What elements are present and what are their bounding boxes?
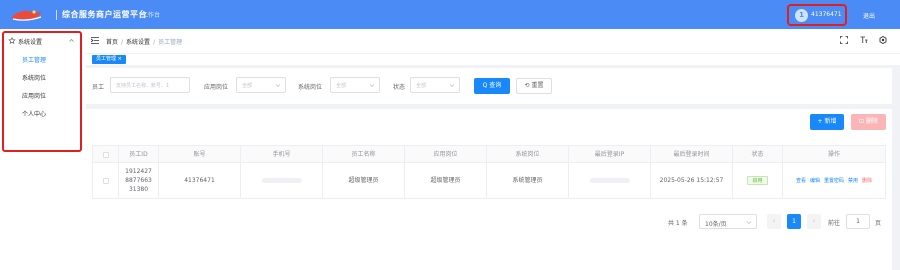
view-link[interactable]: 查看 xyxy=(796,178,806,184)
chevron-down-icon xyxy=(275,84,281,88)
account-cell: 41376471 xyxy=(159,163,241,199)
employee-id-line: 1912427 xyxy=(125,168,152,175)
total-count: 共 1 条 xyxy=(668,220,688,227)
last-login-time-cell: 2025-05-26 15:12:57 xyxy=(651,163,733,199)
employee-filter-label: 员工 xyxy=(92,84,105,91)
sidebar-item-system-roles[interactable]: 系统岗位 xyxy=(22,73,46,82)
chevron-down-icon xyxy=(369,84,375,88)
employee-search-input[interactable]: 支持员工名称、账号、1 xyxy=(110,77,190,93)
breadcrumb-section: 系统设置 xyxy=(126,39,151,46)
next-page-button[interactable]: › xyxy=(807,214,821,229)
delete-link[interactable]: 删除 xyxy=(862,178,872,184)
col-header: 状态 xyxy=(733,146,783,162)
breadcrumb-home[interactable]: 首页 xyxy=(106,39,118,46)
col-header: 系统岗位 xyxy=(487,146,569,162)
status-filter-label: 状态 xyxy=(393,84,406,91)
col-header: 最后登录IP xyxy=(569,146,651,162)
chevron-down-icon xyxy=(449,84,455,88)
fullscreen-icon[interactable] xyxy=(840,36,848,44)
app-role-filter-label: 应用岗位 xyxy=(204,84,229,91)
breadcrumb-bar: 首页 / 系统设置 / 员工管理 xyxy=(86,29,900,53)
system-role-filter-label: 系统岗位 xyxy=(298,84,323,91)
sidebar-item-app-roles[interactable]: 应用岗位 xyxy=(22,91,46,100)
avatar: 1 xyxy=(795,9,808,22)
page-size-value: 10条/页 xyxy=(705,221,727,228)
app-title: 综合服务商户运营平台 xyxy=(62,10,147,19)
app-role-select[interactable]: 全部 xyxy=(236,77,286,93)
col-header: 应用岗位 xyxy=(405,146,487,162)
employee-id-line: 31380 xyxy=(128,186,149,193)
tab-employee-management[interactable]: 员工管理 × xyxy=(92,55,126,64)
chevron-down-icon xyxy=(746,221,752,225)
reset-password-link[interactable]: 重置密码 xyxy=(824,178,844,184)
font-size-icon[interactable] xyxy=(860,36,868,44)
delete-button: ⊡ 删除 xyxy=(851,114,886,130)
redacted-ip xyxy=(589,178,630,183)
app-role-cell: 超级管理员 xyxy=(405,163,487,199)
layout-settings-icon[interactable] xyxy=(879,36,887,44)
user-id: 41376471 xyxy=(811,11,842,18)
phone-cell xyxy=(241,163,323,199)
header-divider xyxy=(56,10,57,20)
page-size-select[interactable]: 10条/页 xyxy=(699,214,757,229)
status-badge: 启用 xyxy=(747,176,768,185)
breadcrumb: 首页 / 系统设置 / 员工管理 xyxy=(106,39,183,46)
page-1-button[interactable]: 1 xyxy=(787,214,801,229)
table-row: 1912427 8877663 31380 41376471 超级管理员 超级管… xyxy=(93,163,885,199)
name-cell: 超级管理员 xyxy=(323,163,405,199)
col-header: 操作 xyxy=(827,151,840,158)
workbench-link[interactable]: 工作台 xyxy=(142,10,160,19)
prev-page-button[interactable]: ‹ xyxy=(767,214,781,229)
sidebar-menu-highlight: 系统设置 员工管理 系统岗位 应用岗位 个人中心 xyxy=(2,31,82,152)
employee-table: 员工ID 账号 手机号 员工名称 应用岗位 系统岗位 最后登录IP 最后登录时间… xyxy=(92,145,886,199)
row-select-cell[interactable] xyxy=(93,163,119,199)
select-all-cell[interactable] xyxy=(93,146,119,162)
sidebar: 系统设置 员工管理 系统岗位 应用岗位 个人中心 xyxy=(0,29,86,270)
sidebar-group-label: 系统设置 xyxy=(18,39,43,46)
reset-button[interactable]: ⟲ 重置 xyxy=(516,78,552,94)
breadcrumb-current: 员工管理 xyxy=(158,39,183,46)
operations-cell: 查看 编辑 重置密码 禁用 删除 xyxy=(783,163,885,199)
col-header: 手机号 xyxy=(241,146,323,162)
select-all-checkbox[interactable] xyxy=(102,151,109,158)
top-header: 综合服务商户运营平台 工作台 1 41376471 退出 xyxy=(0,0,900,29)
goto-label: 前往 xyxy=(828,220,841,227)
search-panel: 员工 支持员工名称、账号、1 应用岗位 全部 系统岗位 全部 状态 全部 Q 查… xyxy=(86,68,892,104)
system-role-select[interactable]: 全部 xyxy=(330,77,380,93)
platform-logo-icon xyxy=(11,10,42,21)
system-role-cell: 系统管理员 xyxy=(487,163,569,199)
sidebar-item-profile[interactable]: 个人中心 xyxy=(22,109,46,118)
pagination: 共 1 条 10条/页 ‹ 1 › 前往 1 页 xyxy=(86,213,892,229)
edit-link[interactable]: 编辑 xyxy=(810,178,820,184)
col-header: 员工名称 xyxy=(323,146,405,162)
settings-icon xyxy=(8,37,16,44)
row-checkbox[interactable] xyxy=(102,177,109,184)
col-header: 账号 xyxy=(159,146,241,162)
status-select[interactable]: 全部 xyxy=(410,77,460,93)
col-header: 员工ID xyxy=(119,146,159,162)
disable-link[interactable]: 禁用 xyxy=(848,178,858,184)
employee-id-line: 8877663 xyxy=(125,177,152,184)
menu-fold-icon[interactable] xyxy=(91,37,99,44)
query-button[interactable]: Q 查询 xyxy=(474,78,510,94)
col-header: 最后登录时间 xyxy=(651,146,733,162)
table-header-row: 员工ID 账号 手机号 员工名称 应用岗位 系统岗位 最后登录IP 最后登录时间… xyxy=(93,146,885,163)
user-account-box[interactable]: 1 41376471 xyxy=(787,4,847,26)
chevron-up-icon xyxy=(69,38,74,42)
employee-id-cell: 1912427 8877663 31380 xyxy=(119,163,159,199)
status-cell: 启用 xyxy=(733,163,783,199)
goto-page-input[interactable]: 1 xyxy=(846,214,870,229)
tags-view-bar: 员工管理 × xyxy=(86,53,900,65)
logout-button[interactable]: 退出 xyxy=(863,11,875,20)
table-panel: + 新增 ⊡ 删除 员工ID 账号 手机号 员工名称 应用岗位 系统岗位 最后登… xyxy=(86,109,892,270)
add-employee-button[interactable]: + 新增 xyxy=(810,114,844,130)
sidebar-item-employee-management[interactable]: 员工管理 xyxy=(22,55,46,64)
sidebar-group-system-settings[interactable]: 系统设置 xyxy=(8,36,78,48)
last-ip-cell xyxy=(569,163,651,199)
page-unit-label: 页 xyxy=(875,220,882,227)
redacted-phone xyxy=(261,178,302,183)
